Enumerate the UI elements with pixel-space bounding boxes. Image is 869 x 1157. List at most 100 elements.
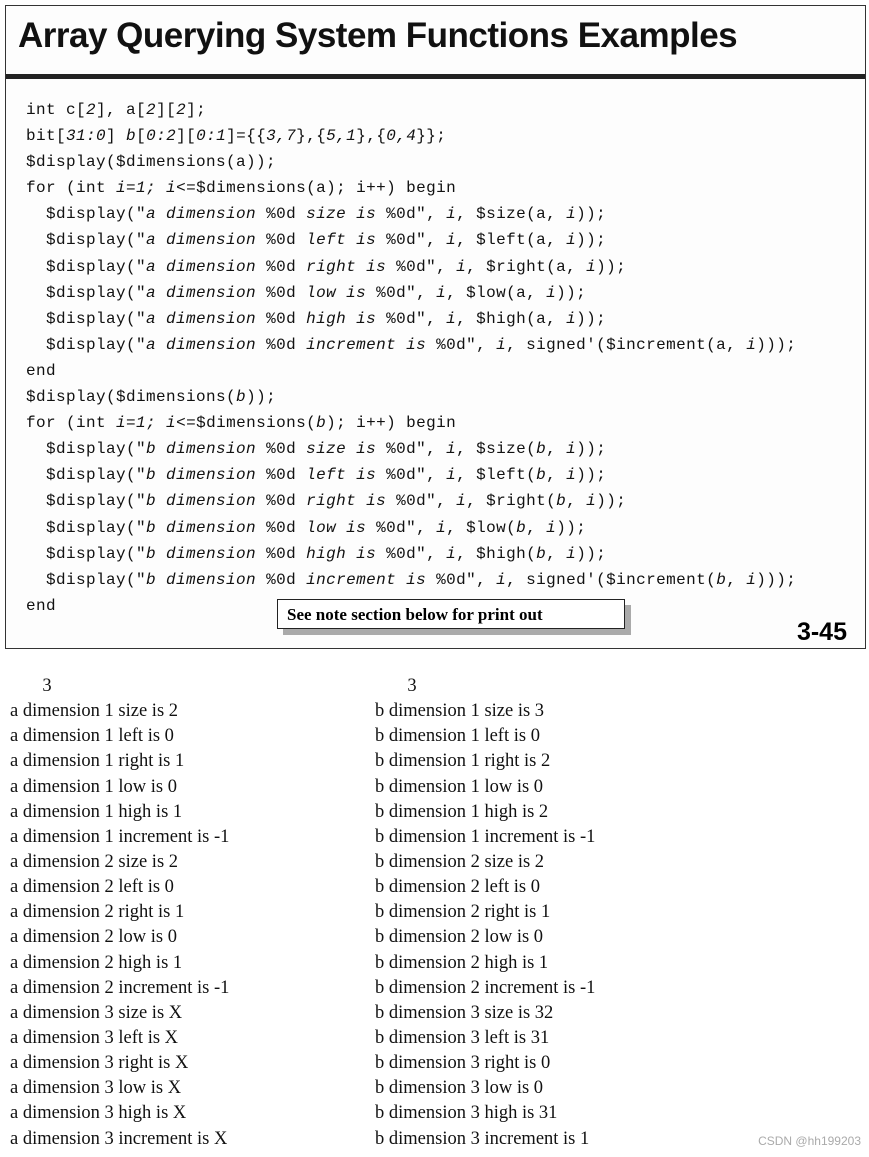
code-token: , $left( [456,466,537,485]
title-bar: Array Querying System Functions Examples [6,6,865,79]
code-token: $display($dimensions(a)); [26,153,277,172]
code-line: $display("a dimension %0d high is %0d", … [26,306,796,332]
code-token: $display(" [26,492,147,511]
code-token: b [316,414,327,433]
code-token: ))); [756,570,797,589]
code-token: , $size( [456,440,537,459]
code-token: )); [576,466,607,485]
code-token: 5,1 [326,127,357,146]
code-token: ]={{ [226,127,267,146]
code-token: %0d [256,205,307,224]
code-token: $display(" [26,466,147,485]
output-line: b dimension 2 high is 1 [375,952,549,973]
code-token: , $high( [456,544,537,563]
code-token: i [586,257,597,276]
code-line: bit[31:0] b[0:2][0:1]={{3,7},{5,1},{0,4}… [26,123,796,149]
code-token: i [746,570,757,589]
code-token: b dimension [146,492,257,511]
code-token: $display(" [26,257,147,276]
code-line: for (int i=1; i<=$dimensions(a); i++) be… [26,175,796,201]
code-line: $display("b dimension %0d high is %0d", … [26,541,796,567]
code-token: %0d", [386,492,457,511]
code-token: a dimension [146,257,257,276]
code-token: high is [306,544,377,563]
code-token: %0d", [376,205,447,224]
code-token: %0d [256,570,307,589]
code-token: low is [306,283,367,302]
output-line: a dimension 3 size is X [10,1002,183,1023]
code-token: b [536,544,547,563]
output-line: b dimension 2 size is 2 [375,851,545,872]
output-line: b dimension 3 low is 0 [375,1078,544,1099]
code-token: },{ [296,127,327,146]
code-token: %0d [256,492,307,511]
code-token: )); [596,492,627,511]
output-line: b dimension 1 right is 2 [375,751,551,772]
code-token: b [126,127,137,146]
code-line: $display("b dimension %0d left is %0d", … [26,462,796,488]
code-token: %0d [256,440,307,459]
code-token: i [566,544,577,563]
code-token: b [716,570,727,589]
output-line: b dimension 3 high is 31 [375,1103,558,1124]
code-token: %0d", [376,309,447,328]
output-line: a dimension 2 increment is -1 [10,977,230,998]
code-token: i [586,492,597,511]
code-token: %0d [256,257,307,276]
output-line: a dimension 1 high is 1 [10,801,183,822]
code-token: a dimension [146,309,257,328]
page-number: 3-45 [796,618,847,646]
code-token: , [546,466,567,485]
code-token: low is [306,518,367,537]
code-token: for (int [26,179,117,198]
code-token: b dimension [146,544,257,563]
code-token: , [546,544,567,563]
code-line: $display($dimensions(b)); [26,384,796,410]
code-token: a dimension [146,231,257,250]
code-token: , [726,570,747,589]
code-block: int c[2], a[2][2]; bit[31:0] b[0:2][0:1]=… [26,97,796,619]
code-token: %0d", [376,440,447,459]
output-line: b dimension 1 low is 0 [375,776,544,797]
code-line: for (int i=1; i<=$dimensions(b); i++) be… [26,410,796,436]
output-line: a dimension 3 right is X [10,1053,189,1074]
output-column-b: 3 b dimension 1 size is 3 b dimension 1 le… [375,674,595,1152]
code-token: $display(" [26,283,147,302]
output-line: b dimension 1 high is 2 [375,801,549,822]
code-token: end [26,596,57,615]
output-line: a dimension 3 low is X [10,1078,182,1099]
code-token: $display($dimensions( [26,388,237,407]
code-token: ]; [186,101,207,119]
code-token: , $low(a, [446,283,547,302]
code-token: $display(" [26,309,147,328]
code-token: i [496,335,507,354]
code-token: i [746,335,757,354]
code-token: 2 [86,101,97,119]
code-token: ] [106,127,127,146]
output-line: a dimension 1 increment is -1 [10,826,230,847]
watermark: CSDN @hh199203 [758,1134,861,1148]
code-line: $display("b dimension %0d low is %0d", i… [26,515,796,541]
output-line: b dimension 2 left is 0 [375,877,540,898]
code-token: ], a[ [96,101,147,119]
code-token: , $right(a, [466,257,587,276]
code-token: i [446,440,457,459]
code-token: 0:2 [146,127,177,146]
output-line: b dimension 1 left is 0 [375,726,540,747]
code-token: 0,4 [386,127,417,146]
code-token: },{ [356,127,387,146]
code-token: i=1; [116,179,157,198]
slide-title: Array Querying System Functions Examples [18,16,738,55]
code-token: ))); [756,335,797,354]
output-line: a dimension 2 high is 1 [10,952,183,973]
code-line: end [26,358,796,384]
code-token: b dimension [146,570,257,589]
output-line: a dimension 2 low is 0 [10,927,178,948]
output-line: 3 [10,676,52,696]
output-line: a dimension 1 size is 2 [10,701,179,722]
output-line: a dimension 1 low is 0 [10,776,178,797]
code-token: )); [556,283,587,302]
output-line: b dimension 1 increment is -1 [375,826,596,847]
code-token: right is [306,257,387,276]
code-token: size is [306,205,377,224]
